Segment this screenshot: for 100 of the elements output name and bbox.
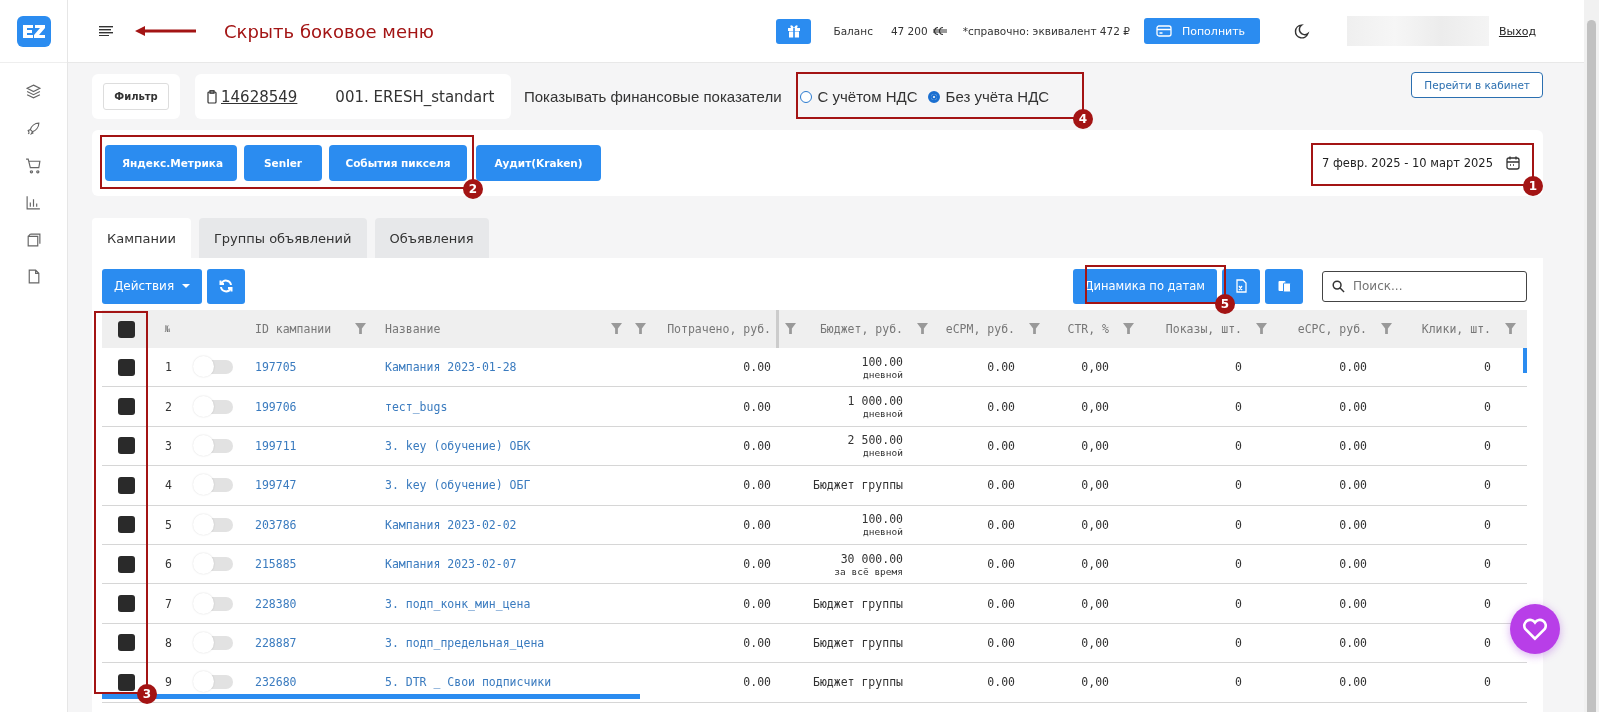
campaign-name-link[interactable]: тест_bugs: [385, 399, 448, 414]
campaign-name-link[interactable]: Кампания 2023-02-07: [385, 557, 517, 572]
campaign-name-link[interactable]: Кампания 2023-01-28: [385, 360, 517, 375]
row-checkbox[interactable]: [117, 437, 135, 455]
logo-icon[interactable]: [16, 15, 51, 47]
tab[interactable]: Группы объявлений: [198, 218, 367, 258]
table-cell: 0,00: [1081, 675, 1109, 690]
toggle-switch[interactable]: [195, 517, 233, 532]
toggle-switch[interactable]: [195, 596, 233, 611]
campaign-name-link[interactable]: 3. подп_предельная_цена: [385, 635, 545, 650]
filter-icon[interactable]: [611, 323, 622, 334]
table-cell: 0.00: [1339, 596, 1367, 611]
table-cell: 100.00: [861, 354, 903, 369]
table-cell: 0.00: [743, 399, 771, 414]
campaign-id-link[interactable]: 203786: [255, 517, 297, 532]
campaign-name-link[interactable]: 3. key (обучение) ОБК: [385, 438, 531, 453]
filter-icon[interactable]: [1505, 323, 1516, 334]
table-cell: 0.00: [1339, 438, 1367, 453]
table-cell: 0.00: [743, 675, 771, 690]
toggle-switch[interactable]: [195, 438, 233, 453]
row-number: 1: [165, 360, 172, 375]
row-checkbox[interactable]: [117, 476, 135, 494]
campaign-id-link[interactable]: 199747: [255, 478, 297, 493]
row-checkbox[interactable]: [117, 555, 135, 573]
layers-icon[interactable]: [25, 83, 42, 100]
integration-button[interactable]: События пикселя: [329, 145, 467, 181]
campaign-name-link[interactable]: 3. подп_конк_мин_цена: [385, 596, 531, 611]
row-checkbox[interactable]: [117, 634, 135, 652]
table-cell: 0,00: [1081, 635, 1109, 650]
column-header: CTR, %: [1067, 322, 1109, 336]
campaign-id-link[interactable]: 228380: [255, 596, 297, 611]
row-checkbox[interactable]: [117, 595, 135, 613]
filter-icon[interactable]: [1029, 323, 1040, 334]
table-cell: 0: [1484, 635, 1491, 650]
integration-button[interactable]: Аудит(Kraken): [476, 145, 601, 181]
dynamics-button[interactable]: Динамика по датам: [1072, 268, 1217, 304]
row-number: 4: [165, 478, 172, 493]
vat-radio[interactable]: С учётом НДС: [799, 88, 918, 105]
topup-button[interactable]: Пополнить: [1143, 18, 1260, 44]
table-cell: 1 000.00: [847, 394, 903, 409]
filter-icon[interactable]: [1256, 323, 1267, 334]
column-header: Название: [385, 322, 441, 336]
integration-button[interactable]: Яндекс.Метрика: [105, 145, 237, 181]
row-number: 7: [165, 596, 172, 611]
filter-icon[interactable]: [635, 323, 646, 334]
menu-icon[interactable]: [99, 26, 113, 36]
select-all-checkbox[interactable]: [117, 320, 135, 338]
table-cell: 0: [1235, 517, 1242, 532]
vat-radio[interactable]: Без учёта НДС: [927, 88, 1050, 105]
account-id-link[interactable]: 14628549: [207, 87, 298, 106]
table-cell: 100.00: [861, 512, 903, 527]
row-checkbox[interactable]: [117, 673, 135, 691]
integration-button[interactable]: Senler: [244, 145, 322, 181]
campaign-name-link[interactable]: 5. DTR _ Свои подписчики: [385, 675, 552, 690]
campaign-id-link[interactable]: 199706: [255, 399, 297, 414]
campaign-id-link[interactable]: 215885: [255, 557, 297, 572]
campaign-name-link[interactable]: Кампания 2023-02-02: [385, 517, 517, 532]
gift-button[interactable]: [776, 18, 812, 44]
toggle-switch[interactable]: [195, 635, 233, 650]
row-checkbox[interactable]: [117, 358, 135, 376]
search-field[interactable]: Поиск...: [1322, 270, 1527, 302]
toggle-switch[interactable]: [195, 399, 233, 414]
table-cell: 0,00: [1081, 438, 1109, 453]
table-cell: 0: [1484, 399, 1491, 414]
copy-button[interactable]: [1265, 268, 1303, 304]
refresh-button[interactable]: [207, 268, 245, 304]
page-scrollbar[interactable]: [1584, 0, 1599, 712]
filter-icon[interactable]: [917, 323, 928, 334]
campaign-id-link[interactable]: 228887: [255, 635, 297, 650]
campaign-id-link[interactable]: 197705: [255, 360, 297, 375]
filter-icon[interactable]: [1123, 323, 1134, 334]
filter-icon[interactable]: [1381, 323, 1392, 334]
tab[interactable]: Объявления: [374, 218, 489, 258]
actions-button[interactable]: Действия: [102, 268, 202, 304]
cabinet-button[interactable]: Перейти в кабинет: [1411, 71, 1543, 98]
row-checkbox[interactable]: [117, 516, 135, 534]
table-cell: 0.00: [987, 360, 1015, 375]
table-cell: 0.00: [987, 596, 1015, 611]
row-checkbox[interactable]: [117, 398, 135, 416]
bar-chart-icon[interactable]: [25, 194, 42, 211]
cart-icon[interactable]: [25, 157, 42, 174]
filter-button[interactable]: Фильтр: [103, 83, 169, 110]
table-cell: 0: [1484, 517, 1491, 532]
logout-link[interactable]: Выход: [1498, 24, 1536, 38]
moon-icon[interactable]: [1292, 22, 1310, 40]
table-cell: 0: [1484, 596, 1491, 611]
boxes-icon[interactable]: [25, 231, 42, 248]
favorite-button[interactable]: [1510, 604, 1560, 654]
search-icon: [1332, 279, 1345, 293]
row-number: 8: [165, 635, 172, 650]
campaign-id-link[interactable]: 199711: [255, 438, 297, 453]
campaign-name-link[interactable]: 3. key (обучение) ОБГ: [385, 478, 531, 493]
campaign-id-link[interactable]: 232680: [255, 675, 297, 690]
table-cell: 0: [1235, 596, 1242, 611]
refresh-icon: [219, 279, 233, 293]
tab[interactable]: Кампании: [92, 218, 191, 258]
filter-icon[interactable]: [355, 323, 366, 334]
filter-icon[interactable]: [785, 323, 796, 334]
rocket-icon[interactable]: [25, 120, 42, 137]
table-cell: 0.00: [743, 360, 771, 375]
